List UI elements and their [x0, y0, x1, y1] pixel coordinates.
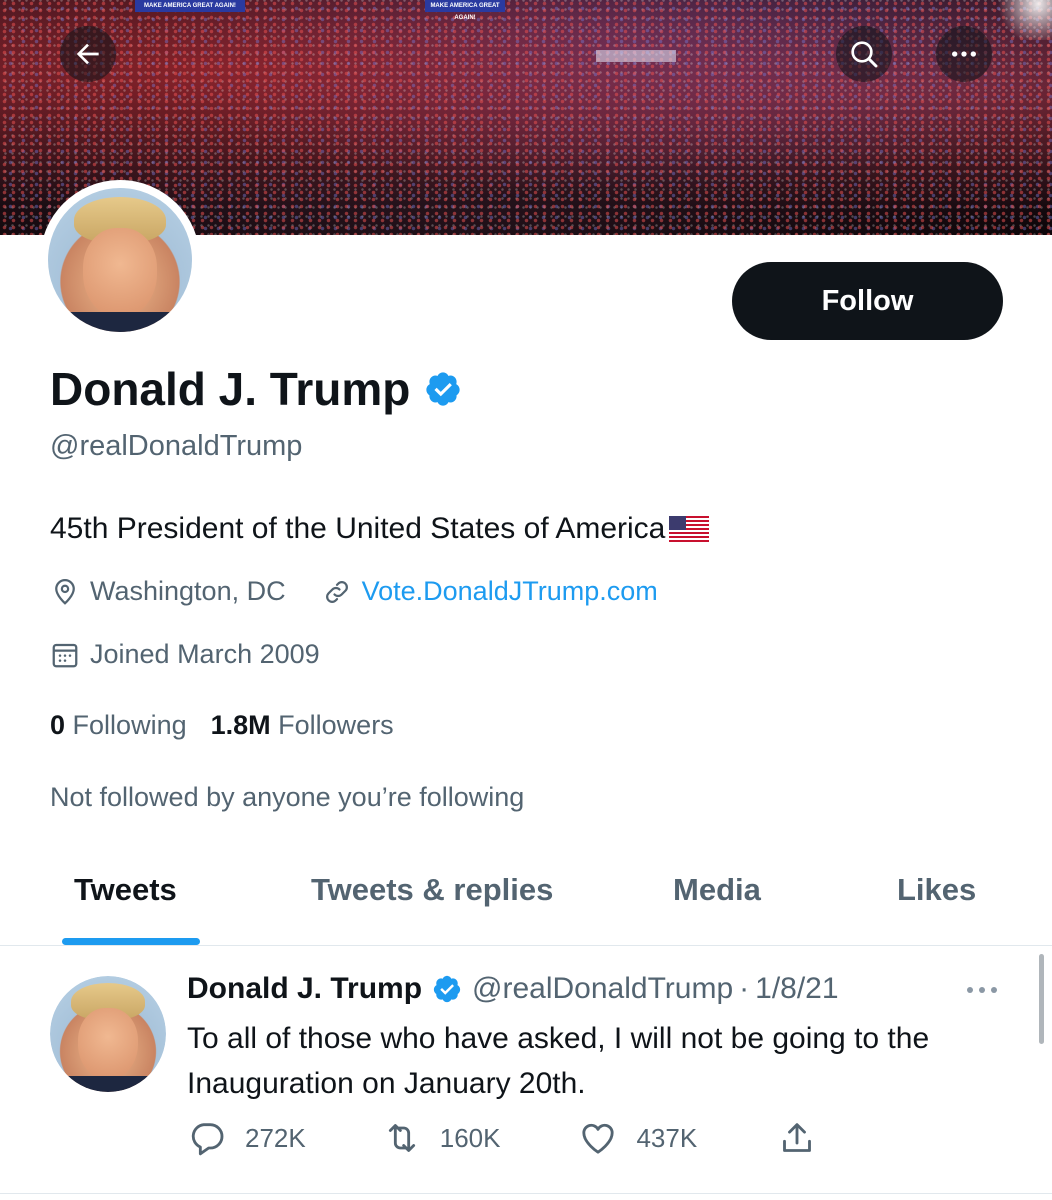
- tweet[interactable]: Donald J. Trump @realDonaldTrump · 1/8/2…: [0, 946, 1052, 1194]
- more-button[interactable]: [936, 26, 992, 82]
- tweet-author-handle[interactable]: @realDonaldTrump: [472, 972, 733, 1006]
- banner-sign: MAKE AMERICA GREAT AGAIN!: [425, 0, 505, 21]
- profile-bio: 45th President of the United States of A…: [50, 512, 710, 546]
- share-icon: [783, 1123, 812, 1152]
- verified-badge-icon: [426, 372, 460, 406]
- profile-avatar[interactable]: [40, 180, 200, 340]
- search-icon: [851, 41, 878, 68]
- share-button[interactable]: [777, 1118, 817, 1158]
- calendar-icon: [52, 643, 78, 667]
- followers-count: 1.8M: [210, 710, 271, 740]
- profile-display-name: Donald J. Trump: [50, 362, 462, 416]
- location-pin-icon: [55, 578, 75, 605]
- profile-joined: Joined March 2009: [50, 639, 320, 670]
- link-icon: [325, 580, 348, 603]
- display-name-text: Donald J. Trump: [50, 363, 411, 415]
- tweet-text: To all of those who have asked, I will n…: [187, 1022, 930, 1100]
- location-text: Washington, DC: [90, 576, 286, 606]
- profile-handle: @realDonaldTrump: [50, 430, 303, 462]
- profile-stats: 0 Following 1.8M Followers: [50, 710, 394, 741]
- tab-media[interactable]: Media: [673, 872, 761, 908]
- tweet-avatar-image: [50, 976, 166, 1092]
- following-count: 0: [50, 710, 66, 740]
- profile-meta-row: Washington, DC Vote.DonaldJTrump.com: [50, 576, 658, 607]
- banner-light: [982, 0, 1052, 40]
- verified-badge-icon: [433, 975, 461, 1003]
- scrollbar[interactable]: [1039, 954, 1044, 1044]
- like-count: 437K: [636, 1122, 698, 1153]
- active-tab-indicator: [62, 938, 200, 945]
- tweet-actions: 272K 160K 437K: [187, 1118, 817, 1158]
- following-stat[interactable]: 0 Following: [50, 710, 187, 741]
- reply-button[interactable]: 272K: [187, 1118, 306, 1158]
- tweet-separator: ·: [739, 972, 750, 1005]
- us-flag-icon: [669, 516, 710, 542]
- retweet-icon: [388, 1124, 415, 1152]
- retweet-button[interactable]: 160K: [382, 1118, 501, 1158]
- reply-count: 272K: [245, 1122, 306, 1153]
- tab-tweets-replies[interactable]: Tweets & replies: [311, 872, 553, 908]
- like-button[interactable]: 437K: [578, 1118, 697, 1158]
- search-button[interactable]: [836, 26, 892, 82]
- profile-location: Washington, DC: [50, 576, 286, 607]
- tweet-avatar[interactable]: [50, 976, 166, 1092]
- bio-text: 45th President of the United States of A…: [50, 512, 666, 545]
- retweet-count: 160K: [439, 1122, 501, 1153]
- followers-stat[interactable]: 1.8M Followers: [211, 710, 394, 741]
- reply-icon: [191, 1123, 224, 1156]
- joined-text: Joined March 2009: [90, 639, 320, 669]
- profile-tabs: Tweets Tweets & replies Media Likes: [0, 844, 1052, 946]
- website-link[interactable]: Vote.DonaldJTrump.com: [362, 576, 658, 607]
- tab-tweets[interactable]: Tweets: [74, 872, 177, 908]
- back-button[interactable]: [60, 26, 116, 82]
- not-followed-notice: Not followed by anyone you’re following: [50, 782, 525, 812]
- followers-label: Followers: [278, 710, 394, 740]
- tweet-author-name[interactable]: Donald J. Trump: [187, 972, 422, 1006]
- arrow-left-icon: [76, 43, 99, 65]
- profile-website[interactable]: Vote.DonaldJTrump.com: [322, 576, 658, 607]
- heart-icon: [582, 1123, 615, 1154]
- banner-sign: MAKE AMERICA GREAT AGAIN!: [135, 0, 245, 12]
- avatar-image: [48, 188, 192, 332]
- tab-likes[interactable]: Likes: [897, 872, 976, 908]
- tweet-date[interactable]: 1/8/21: [755, 972, 838, 1006]
- banner-stage: [596, 50, 676, 62]
- follow-button[interactable]: Follow: [732, 262, 1003, 340]
- tweet-more-icon[interactable]: [962, 978, 1002, 1002]
- tweet-header: Donald J. Trump @realDonaldTrump · 1/8/2…: [187, 972, 839, 1006]
- following-label: Following: [72, 710, 187, 740]
- profile-joined-row: Joined March 2009: [50, 639, 320, 670]
- more-horizontal-icon: [952, 51, 976, 57]
